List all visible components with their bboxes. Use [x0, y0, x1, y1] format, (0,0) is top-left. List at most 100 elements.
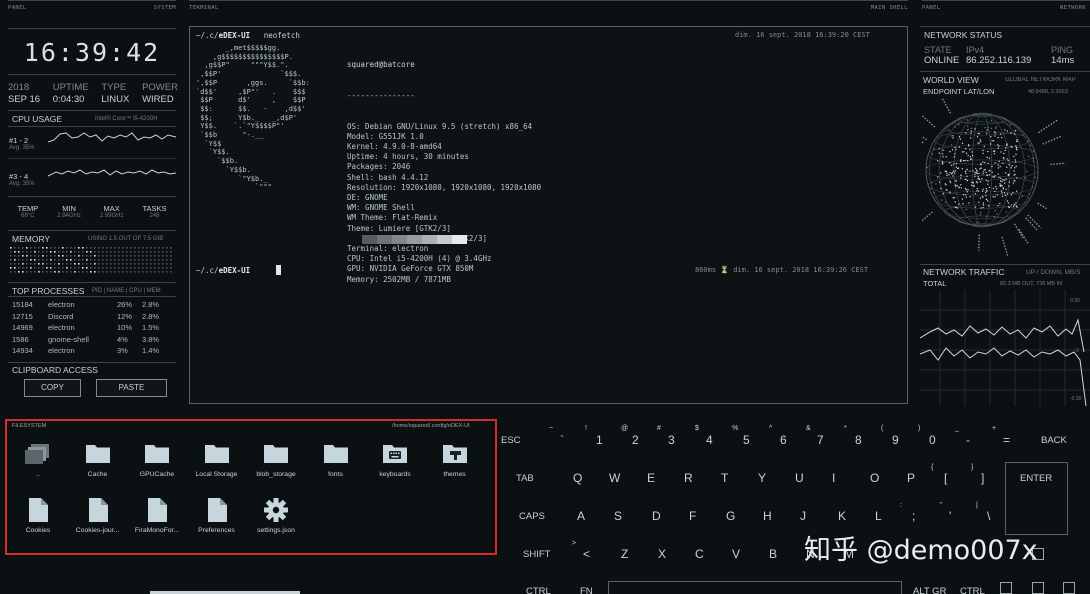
key-][interactable]: ]: [981, 471, 984, 485]
key-B[interactable]: B: [769, 547, 777, 561]
file-item[interactable]: settings.json: [246, 498, 306, 534]
key-Y[interactable]: Y: [758, 471, 766, 485]
file-item[interactable]: blob_storage: [246, 442, 306, 478]
key-S[interactable]: S: [614, 509, 622, 523]
key-W[interactable]: W: [609, 471, 620, 485]
key-F[interactable]: F: [689, 509, 696, 523]
processes-columns: PID | NAME | CPU | MEM: [92, 288, 161, 294]
process-cpu: 4%: [117, 334, 128, 344]
svg-text:0.30: 0.30: [1070, 298, 1080, 304]
key-esc[interactable]: ESC: [501, 435, 521, 446]
key-J[interactable]: J: [800, 509, 806, 523]
key-D[interactable]: D: [652, 509, 661, 523]
file-item[interactable]: FiraMonoFor...: [127, 498, 187, 534]
file-item[interactable]: Local Storage: [187, 442, 247, 478]
key-'[interactable]: ': [949, 509, 951, 523]
neofetch-line: WM Theme: Flat-Remix: [347, 213, 438, 223]
file-item[interactable]: keyboards: [365, 442, 425, 478]
file-name: Cookies-jour...: [75, 527, 120, 534]
key-P[interactable]: P: [907, 471, 915, 485]
key-8[interactable]: 8: [855, 433, 862, 447]
key-=[interactable]: =: [1003, 433, 1010, 447]
folder-icon: [204, 442, 230, 464]
key-`[interactable]: `: [560, 433, 564, 447]
key-4[interactable]: 4: [706, 433, 713, 447]
process-mem: 3.8%: [142, 334, 160, 344]
key-G[interactable]: G: [726, 509, 735, 523]
paste-button[interactable]: PASTE: [96, 379, 167, 397]
key-0[interactable]: 0: [929, 433, 936, 447]
key-U[interactable]: U: [795, 471, 804, 485]
key-fn[interactable]: FN: [580, 586, 593, 594]
arrow-right-key[interactable]: [1063, 582, 1075, 594]
key-E[interactable]: E: [647, 471, 655, 485]
key--[interactable]: -: [966, 433, 970, 447]
file-item[interactable]: Cookies-jour...: [68, 498, 128, 534]
cpu-graph-1: [48, 132, 176, 143]
file-item[interactable]: themes: [425, 442, 485, 478]
key-O[interactable]: O: [870, 471, 879, 485]
process-cpu: 3%: [117, 346, 128, 355]
key-L[interactable]: L: [875, 509, 882, 523]
arrow-down-key[interactable]: [1032, 582, 1044, 594]
arrow-left-key[interactable]: [1000, 582, 1012, 594]
cpu-core-avg-1: Avg. 35%: [9, 145, 35, 151]
key-shift[interactable]: SHIFT: [523, 549, 550, 560]
key-tab[interactable]: TAB: [516, 473, 534, 484]
key-shift-symbol: :: [900, 502, 902, 509]
key-caps[interactable]: CAPS: [519, 511, 545, 522]
key-;[interactable]: ;: [912, 509, 915, 523]
process-name: electron: [48, 300, 75, 309]
key-7[interactable]: 7: [817, 433, 824, 447]
key-A[interactable]: A: [577, 509, 585, 523]
key-shift-symbol: ": [940, 502, 943, 509]
key-3[interactable]: 3: [668, 433, 675, 447]
file-item[interactable]: ..: [8, 442, 68, 478]
key-R[interactable]: R: [684, 471, 693, 485]
folder-icon: [144, 442, 170, 464]
copy-button[interactable]: COPY: [24, 379, 81, 397]
process-mem: 2.8%: [142, 300, 160, 309]
key-2[interactable]: 2: [632, 433, 639, 447]
file-item[interactable]: Cache: [68, 442, 128, 478]
key-[[interactable]: [: [944, 471, 947, 485]
key-backspace[interactable]: BACK: [1041, 435, 1067, 446]
neofetch-line: Model: G551JK 1.0: [347, 131, 424, 141]
process-name: electron: [48, 323, 75, 332]
key-<[interactable]: <: [583, 547, 590, 561]
key-\[interactable]: \: [987, 509, 990, 523]
key-V[interactable]: V: [732, 547, 740, 561]
process-cpu: 10%: [117, 323, 133, 332]
file-item[interactable]: GPUCache: [127, 442, 187, 478]
file-name: settings.json: [257, 527, 295, 534]
process-pid: 1586: [12, 334, 29, 344]
file-item[interactable]: fonts: [306, 442, 366, 478]
key-9[interactable]: 9: [892, 433, 899, 447]
key-6[interactable]: 6: [780, 433, 787, 447]
key-shift-symbol: _: [955, 425, 959, 432]
key-ctrl-right[interactable]: CTRL: [960, 586, 985, 594]
key-Z[interactable]: Z: [621, 547, 628, 561]
key-altgr[interactable]: ALT GR: [913, 586, 946, 594]
spacebar[interactable]: [608, 581, 902, 594]
key-5[interactable]: 5: [743, 433, 750, 447]
key-K[interactable]: K: [838, 509, 846, 523]
key-Q[interactable]: Q: [573, 471, 582, 485]
key-H[interactable]: H: [763, 509, 772, 523]
neofetch-info: squared@batcore --------------- OS: Debi…: [347, 60, 542, 284]
key-1[interactable]: 1: [596, 433, 603, 447]
file-name: keyboards: [379, 471, 411, 478]
key-I[interactable]: I: [832, 471, 835, 485]
key-shift-symbol: %: [732, 425, 739, 432]
file-item[interactable]: Cookies: [8, 498, 68, 534]
top-processes-title: TOP PROCESSES: [12, 286, 85, 296]
key-ctrl[interactable]: CTRL: [526, 586, 551, 594]
neofetch-line: OS: Debian GNU/Linux 9.5 (stretch) x86_6…: [347, 121, 533, 131]
key-X[interactable]: X: [658, 547, 666, 561]
cpu-stats: TEMP 68°C MIN 2.84GHz MAX 2.99GHz TASKS 248: [17, 204, 167, 219]
process-mem: 1.4%: [142, 346, 160, 355]
key-C[interactable]: C: [695, 547, 704, 561]
memory-title: MEMORY: [12, 234, 51, 244]
key-T[interactable]: T: [721, 471, 728, 485]
file-item[interactable]: Preferences: [187, 498, 247, 534]
